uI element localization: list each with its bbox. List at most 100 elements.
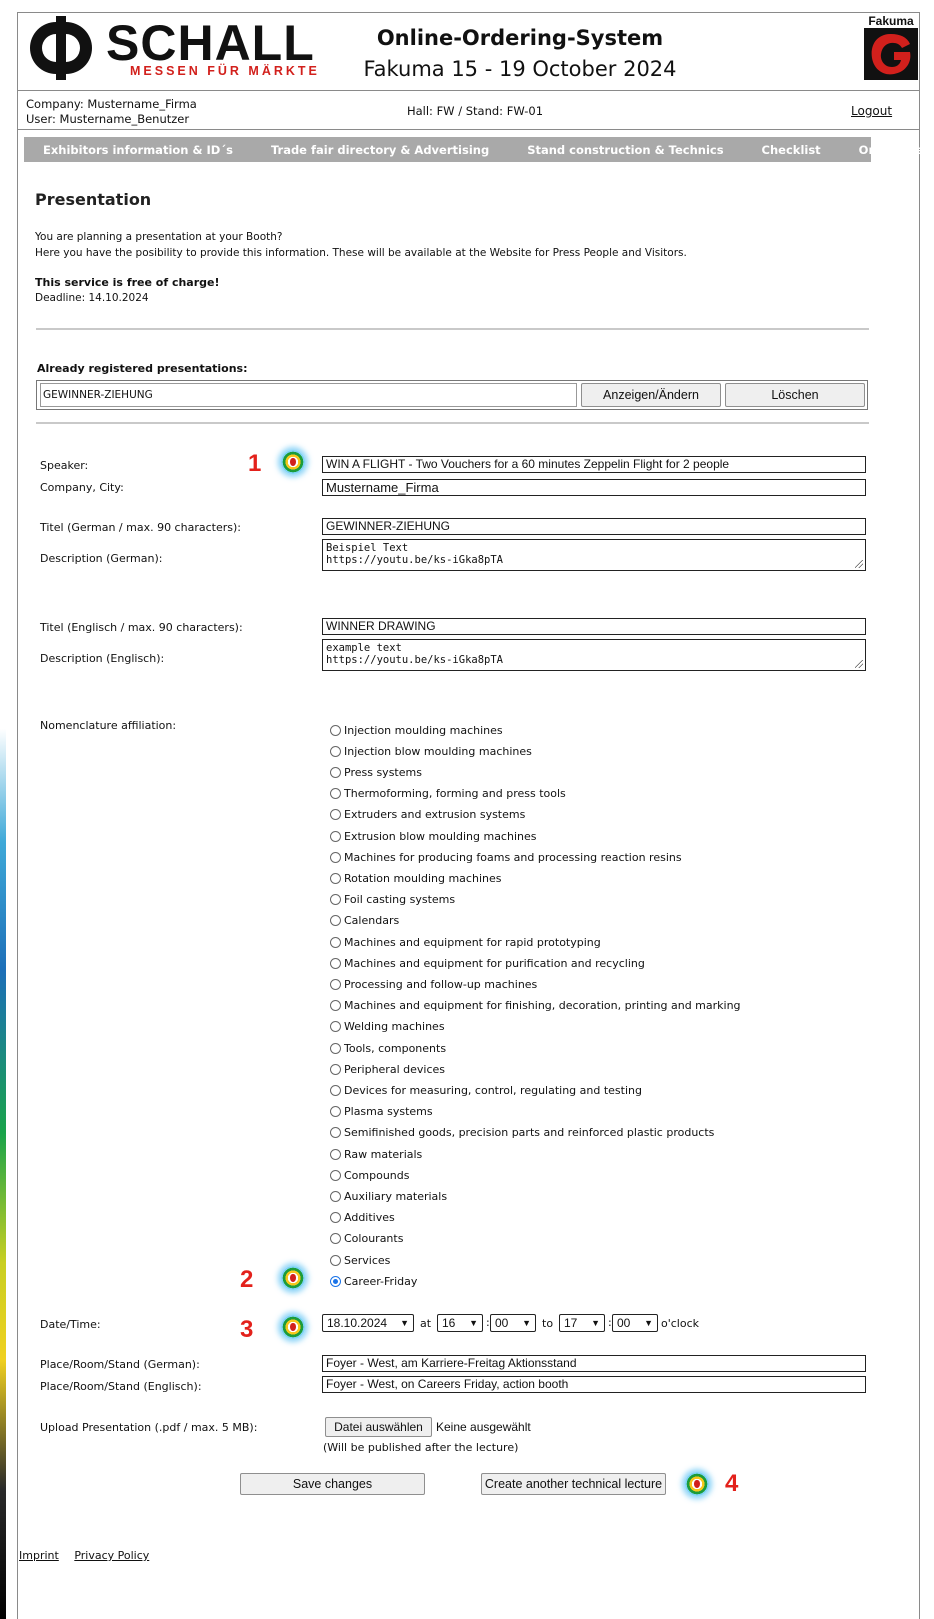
nomenclature-option-label: Additives <box>344 1211 395 1225</box>
privacy-policy-link[interactable]: Privacy Policy <box>74 1549 149 1562</box>
radio-button[interactable] <box>330 1148 341 1160</box>
resize-grip-icon[interactable] <box>855 660 863 668</box>
nomenclature-option[interactable]: Foil casting systems <box>330 892 455 908</box>
nomenclature-option[interactable]: Machines for producing foams and process… <box>330 849 682 865</box>
nomenclature-option[interactable]: Injection moulding machines <box>330 722 503 738</box>
radio-button[interactable] <box>330 1000 341 1012</box>
radio-button[interactable] <box>330 1212 341 1224</box>
nomenclature-option[interactable]: Machines and equipment for finishing, de… <box>330 998 741 1014</box>
radio-button[interactable] <box>330 872 341 884</box>
nomenclature-option[interactable]: Press systems <box>330 764 422 780</box>
radio-button[interactable] <box>330 936 341 948</box>
nomenclature-option[interactable]: Plasma systems <box>330 1104 433 1120</box>
nomenclature-option-label: Tools, components <box>344 1041 447 1055</box>
company-city-input[interactable]: Mustername_Firma <box>322 479 866 496</box>
footer: Imprint Privacy Policy <box>19 1549 161 1562</box>
nomenclature-option[interactable]: Semifinished goods, precision parts and … <box>330 1125 714 1141</box>
nomenclature-option[interactable]: Processing and follow-up machines <box>330 976 537 992</box>
radio-button[interactable] <box>330 894 341 906</box>
radio-button[interactable] <box>330 1021 341 1033</box>
speaker-input[interactable]: WIN A FLIGHT - Two Vouchers for a 60 min… <box>322 456 866 473</box>
nomenclature-option[interactable]: Calendars <box>330 913 399 929</box>
radio-button[interactable] <box>330 724 341 736</box>
to-hour-select[interactable]: 17 ▼ <box>559 1314 605 1332</box>
place-english-input[interactable]: Foyer - West, on Careers Friday, action … <box>322 1376 866 1393</box>
radio-button[interactable] <box>330 1254 341 1266</box>
nomenclature-option[interactable]: Auxiliary materials <box>330 1188 447 1204</box>
chevron-down-icon: ▼ <box>591 1318 600 1328</box>
radio-button[interactable] <box>330 1106 341 1118</box>
radio-button[interactable] <box>330 1084 341 1096</box>
radio-button[interactable] <box>330 978 341 990</box>
radio-button[interactable] <box>330 1275 341 1287</box>
radio-button[interactable] <box>330 809 341 821</box>
description-english-textarea[interactable]: example text https://youtu.be/ks-iGka8pT… <box>322 639 866 671</box>
nomenclature-option[interactable]: Compounds <box>330 1167 410 1183</box>
radio-button[interactable] <box>330 766 341 778</box>
nomenclature-option[interactable]: Injection blow moulding machines <box>330 743 532 759</box>
nomenclature-option[interactable]: Peripheral devices <box>330 1061 445 1077</box>
radio-button[interactable] <box>330 1063 341 1075</box>
step-marker-icon <box>281 1266 305 1290</box>
nomenclature-option-label: Injection blow moulding machines <box>344 744 532 758</box>
radio-button[interactable] <box>330 830 341 842</box>
nav-stand-construction[interactable]: Stand construction & Technics <box>508 143 742 157</box>
nav-exhibitors-info[interactable]: Exhibitors information & ID´s <box>24 143 252 157</box>
description-german-textarea[interactable]: Beispiel Text https://youtu.be/ks-iGka8p… <box>322 539 866 571</box>
radio-button[interactable] <box>330 745 341 757</box>
intro-line-2: Here you have the posibility to provide … <box>35 247 687 259</box>
logo-wordmark: SCHALL <box>106 15 315 71</box>
from-minute-value: 00 <box>495 1316 509 1330</box>
date-select[interactable]: 18.10.2024 ▼ <box>322 1314 414 1332</box>
to-minute-select[interactable]: 00 ▼ <box>612 1314 658 1332</box>
nomenclature-option-label: Services <box>344 1253 391 1267</box>
place-german-input[interactable]: Foyer - West, am Karriere-Freitag Aktion… <box>322 1355 866 1372</box>
nav-checklist[interactable]: Checklist <box>743 143 840 157</box>
show-edit-button[interactable]: Anzeigen/Ändern <box>581 383 721 407</box>
nomenclature-option[interactable]: Devices for measuring, control, regulati… <box>330 1082 642 1098</box>
radio-button[interactable] <box>330 1190 341 1202</box>
nomenclature-option[interactable]: Rotation moulding machines <box>330 870 501 886</box>
radio-button[interactable] <box>330 1233 341 1245</box>
save-changes-button[interactable]: Save changes <box>240 1473 425 1495</box>
create-lecture-button[interactable]: Create another technical lecture <box>481 1473 666 1495</box>
intro-line-1: You are planning a presentation at your … <box>35 231 283 243</box>
choose-file-button[interactable]: Datei auswählen <box>325 1417 432 1437</box>
radio-button[interactable] <box>330 957 341 969</box>
place-german-label: Place/Room/Stand (German): <box>40 1358 200 1371</box>
description-german-line: Beispiel Text <box>326 542 409 554</box>
nomenclature-option[interactable]: Additives <box>330 1210 395 1226</box>
delete-button[interactable]: Löschen <box>725 383 865 407</box>
nav-trade-fair-directory[interactable]: Trade fair directory & Advertising <box>252 143 508 157</box>
radio-button[interactable] <box>330 851 341 863</box>
marker-number-2: 2 <box>240 1266 254 1293</box>
radio-button[interactable] <box>330 1169 341 1181</box>
nomenclature-option[interactable]: Tools, components <box>330 1040 446 1056</box>
nomenclature-option[interactable]: Extrusion blow moulding machines <box>330 828 536 844</box>
logout-link[interactable]: Logout <box>851 104 892 118</box>
nomenclature-option[interactable]: Machines and equipment for rapid prototy… <box>330 934 601 950</box>
from-hour-value: 16 <box>442 1316 456 1330</box>
user-info: User: Mustername_Benutzer <box>26 112 190 126</box>
imprint-link[interactable]: Imprint <box>19 1549 59 1562</box>
nomenclature-option[interactable]: Extruders and extrusion systems <box>330 807 525 823</box>
title-english-input[interactable]: WINNER DRAWING <box>322 618 866 635</box>
from-minute-select[interactable]: 00 ▼ <box>490 1314 536 1332</box>
radio-button[interactable] <box>330 1042 341 1054</box>
step-marker-icon <box>685 1472 709 1496</box>
nomenclature-option[interactable]: Thermoforming, forming and press tools <box>330 786 566 802</box>
nav-order-overview[interactable]: Order overview <box>840 143 934 157</box>
title-german-input[interactable]: GEWINNER-ZIEHUNG <box>322 518 866 535</box>
from-hour-select[interactable]: 16 ▼ <box>437 1314 483 1332</box>
nomenclature-option[interactable]: Machines and equipment for purification … <box>330 955 645 971</box>
nomenclature-option[interactable]: Career-Friday <box>330 1273 417 1289</box>
radio-button[interactable] <box>330 915 341 927</box>
resize-grip-icon[interactable] <box>855 560 863 568</box>
nomenclature-option[interactable]: Welding machines <box>330 1019 445 1035</box>
nomenclature-option[interactable]: Raw materials <box>330 1146 422 1162</box>
radio-button[interactable] <box>330 1127 341 1139</box>
nomenclature-option[interactable]: Colourants <box>330 1231 403 1247</box>
nomenclature-option[interactable]: Services <box>330 1252 390 1268</box>
radio-button[interactable] <box>330 788 341 800</box>
chevron-down-icon: ▼ <box>400 1318 409 1328</box>
